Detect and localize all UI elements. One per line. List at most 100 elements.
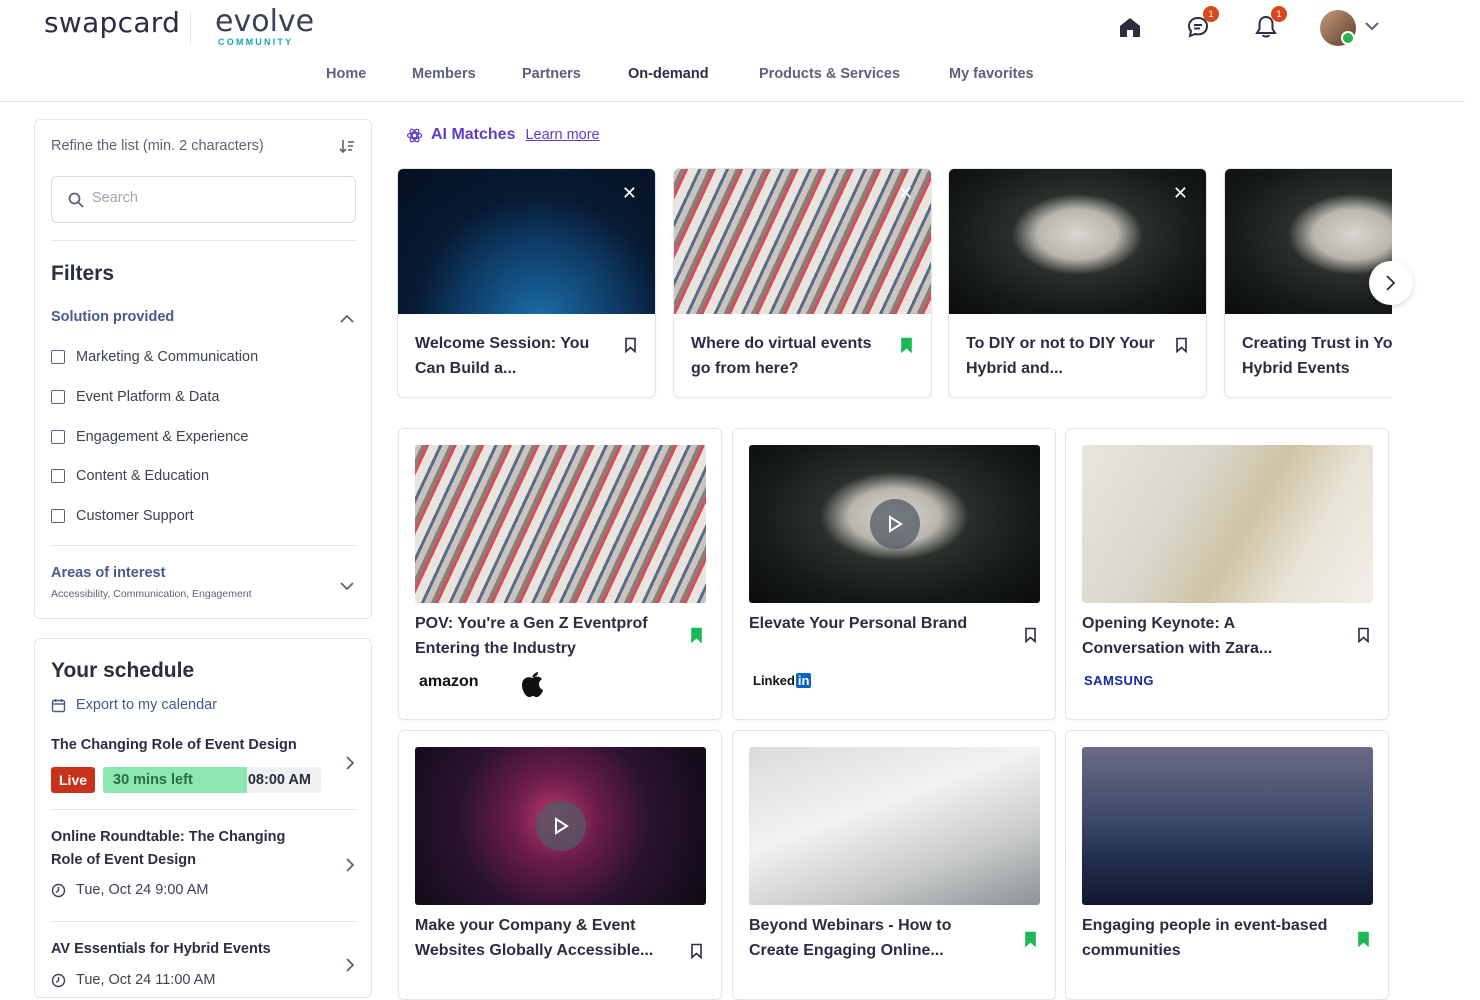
search-field[interactable] — [51, 176, 356, 223]
home-icon[interactable] — [1115, 12, 1145, 42]
session-time: 08:00 AM — [247, 772, 311, 788]
amazon-logo[interactable]: amazon — [419, 673, 479, 691]
session-thumbnail: ✕ — [398, 169, 655, 314]
session-card[interactable]: Beyond Webinars - How to Create Engaging… — [732, 730, 1056, 1000]
nav-home[interactable]: Home — [326, 66, 366, 82]
ai-matches-title: AI Matches — [431, 126, 516, 143]
carousel-next-button[interactable] — [1369, 261, 1413, 305]
filters-title: Filters — [51, 262, 115, 285]
close-icon[interactable]: ✕ — [898, 183, 913, 204]
checkbox[interactable] — [51, 350, 65, 364]
session-card-title: POV: You're a Gen Z Eventprof Entering t… — [415, 615, 648, 657]
live-badge: Live — [51, 767, 96, 793]
session-card-title: Make your Company & Event Websites Globa… — [415, 917, 654, 959]
play-icon — [554, 817, 569, 835]
schedule-item-title[interactable]: Online Roundtable: The Changing Role of … — [51, 826, 311, 872]
filter-option[interactable]: Content & Education — [51, 466, 209, 486]
session-thumbnail: ✕ — [674, 169, 931, 314]
bookmark-icon[interactable] — [1024, 627, 1037, 648]
session-thumbnail: ✕ — [949, 169, 1206, 314]
areas-of-interest-toggle[interactable]: Areas of interest — [51, 565, 165, 581]
chevron-down-icon[interactable] — [339, 578, 355, 596]
nav-on-demand[interactable]: On-demand — [628, 66, 709, 82]
community-logo-text: COMMUNITY — [218, 37, 294, 47]
filter-option[interactable]: Event Platform & Data — [51, 387, 219, 407]
match-card[interactable]: Creating Trust in Your Virtual & Hybrid … — [1224, 168, 1392, 398]
match-card[interactable]: ✕ Welcome Session: You Can Build a... — [397, 168, 656, 398]
filter-option[interactable]: Marketing & Communication — [51, 347, 258, 367]
nav-members[interactable]: Members — [412, 66, 476, 82]
bookmark-icon[interactable] — [1175, 337, 1188, 358]
play-button[interactable] — [869, 499, 920, 549]
session-card[interactable]: Make your Company & Event Websites Globa… — [398, 730, 722, 1000]
divider — [51, 809, 356, 810]
session-card[interactable]: Engaging people in event-based communiti… — [1065, 730, 1389, 1000]
bookmark-icon[interactable] — [690, 943, 703, 964]
session-card-title: Opening Keynote: A Conversation with Zar… — [1082, 615, 1273, 657]
schedule-panel: Your schedule Export to my calendar The … — [34, 638, 372, 998]
learn-more-link[interactable]: Learn more — [525, 127, 599, 143]
time-remaining-bar: 30 mins left 08:00 AM — [103, 767, 321, 793]
session-card-title: Engaging people in event-based communiti… — [1082, 917, 1328, 959]
evolve-logo[interactable]: evolve — [215, 4, 314, 39]
export-calendar-link[interactable]: Export to my calendar — [51, 697, 217, 713]
linkedin-logo[interactable]: Linked in — [753, 673, 812, 688]
chevron-up-icon[interactable] — [339, 311, 355, 329]
checkbox[interactable] — [51, 430, 65, 444]
time-left-label: 30 mins left — [113, 772, 193, 788]
notification-badge: 1 — [1271, 6, 1287, 22]
schedule-item-title[interactable]: AV Essentials for Hybrid Events — [51, 938, 311, 961]
schedule-title: Your schedule — [51, 659, 195, 682]
close-icon[interactable]: ✕ — [1173, 183, 1188, 204]
bookmark-filled-icon[interactable] — [1024, 931, 1037, 952]
checkbox[interactable] — [51, 509, 65, 523]
bell-icon[interactable]: 1 — [1251, 6, 1287, 42]
match-card-title: Welcome Session: You Can Build a... — [415, 335, 590, 377]
checkbox[interactable] — [51, 469, 65, 483]
checkbox[interactable] — [51, 390, 65, 404]
ai-matches-header: AI Matches Learn more — [406, 126, 600, 144]
schedule-item-title[interactable]: The Changing Role of Event Design — [51, 734, 311, 757]
refine-label: Refine the list (min. 2 characters) — [51, 138, 264, 154]
session-card[interactable]: POV: You're a Gen Z Eventprof Entering t… — [398, 428, 722, 720]
session-thumbnail — [1225, 169, 1392, 314]
chevron-right-icon[interactable] — [345, 957, 355, 978]
match-card[interactable]: ✕ To DIY or not to DIY Your Hybrid and..… — [948, 168, 1207, 398]
bookmark-filled-icon[interactable] — [1357, 931, 1370, 952]
session-thumbnail — [749, 445, 1040, 603]
ai-sparkle-icon — [406, 127, 423, 144]
nav-my-favorites[interactable]: My favorites — [949, 66, 1034, 82]
filter-option[interactable]: Engagement & Experience — [51, 427, 249, 447]
swapcard-logo[interactable]: swapcard — [44, 6, 180, 39]
session-thumbnail — [1082, 747, 1373, 905]
solution-provided-toggle[interactable]: Solution provided — [51, 309, 174, 325]
match-card-title: To DIY or not to DIY Your Hybrid and... — [966, 335, 1155, 377]
chevron-down-icon[interactable] — [1364, 18, 1380, 36]
match-card-title: Creating Trust in Your Virtual & Hybrid … — [1242, 335, 1392, 377]
chevron-right-icon[interactable] — [345, 857, 355, 878]
search-input[interactable] — [92, 190, 342, 206]
close-icon[interactable]: ✕ — [622, 183, 637, 204]
bookmark-filled-icon[interactable] — [690, 627, 703, 648]
session-thumbnail — [749, 747, 1040, 905]
bookmark-filled-icon[interactable] — [900, 337, 913, 358]
nav-products-services[interactable]: Products & Services — [759, 66, 900, 82]
nav-partners[interactable]: Partners — [522, 66, 581, 82]
match-card[interactable]: ✕ Where do virtual events go from here? — [673, 168, 932, 398]
play-button[interactable] — [535, 801, 586, 851]
apple-logo-icon[interactable] — [519, 669, 545, 704]
session-card[interactable]: Elevate Your Personal Brand Linked in — [732, 428, 1056, 720]
chat-badge: 1 — [1203, 6, 1219, 22]
chat-icon[interactable]: 1 — [1183, 6, 1219, 42]
chevron-right-icon — [1386, 275, 1396, 291]
filter-option[interactable]: Customer Support — [51, 506, 194, 526]
divider — [51, 545, 356, 546]
divider — [51, 240, 356, 241]
main-nav: Home Members Partners On-demand Products… — [0, 66, 1465, 90]
samsung-logo[interactable]: SAMSUNG — [1084, 673, 1154, 688]
chevron-right-icon[interactable] — [345, 755, 355, 776]
sort-icon[interactable] — [339, 138, 355, 159]
bookmark-icon[interactable] — [624, 337, 637, 358]
session-card[interactable]: Opening Keynote: A Conversation with Zar… — [1065, 428, 1389, 720]
bookmark-icon[interactable] — [1357, 627, 1370, 648]
